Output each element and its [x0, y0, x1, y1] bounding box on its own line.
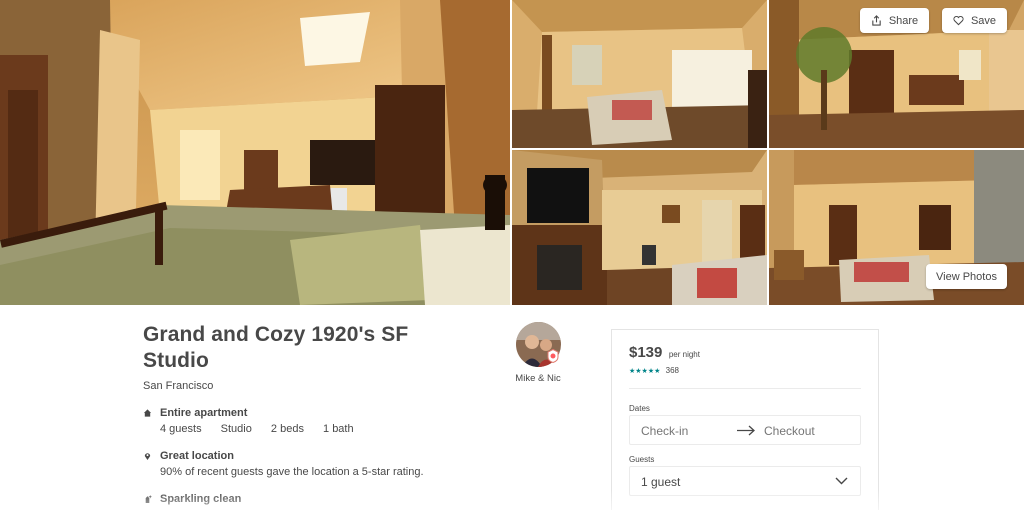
chevron-down-icon	[835, 477, 848, 485]
dates-picker: Check-in Checkout	[629, 415, 861, 445]
dates-label: Dates	[629, 404, 650, 413]
feature-title: Great location	[160, 450, 234, 462]
checkout-field[interactable]: Checkout	[764, 424, 815, 438]
nightly-price: $139	[629, 344, 663, 361]
listing-city: San Francisco	[143, 380, 214, 392]
per-night-label: per night	[668, 350, 700, 359]
home-icon	[143, 409, 152, 417]
share-icon	[872, 15, 881, 26]
feature-text: 90% of recent guests gave the location a…	[160, 466, 424, 478]
tv-fireplace-photo[interactable]	[512, 150, 767, 305]
guests-select[interactable]: 1 guest	[629, 466, 861, 496]
photo-gallery: Share Save View Photos	[0, 0, 1024, 305]
superhost-badge-icon	[547, 349, 559, 363]
guest-count: 4 guests	[160, 423, 202, 435]
checkin-field[interactable]: Check-in	[641, 424, 688, 438]
arrow-right-icon	[737, 425, 755, 436]
booking-card: $139 per night ★★★★★ 368 Dates Check-in …	[611, 329, 879, 510]
heart-icon	[953, 16, 964, 26]
share-button[interactable]: Share	[860, 8, 929, 33]
bath-count: 1 bath	[323, 423, 354, 435]
view-photos-button[interactable]: View Photos	[926, 264, 1007, 289]
divider	[629, 388, 861, 389]
price-row: $139 per night	[629, 344, 700, 362]
bed-count: 2 beds	[270, 423, 304, 435]
guests-label: Guests	[629, 455, 655, 464]
feature-title: Entire apartment	[160, 407, 248, 419]
share-label: Share	[888, 14, 919, 27]
host-profile[interactable]: Mike & Nic	[508, 322, 568, 384]
living-room-photo[interactable]	[512, 0, 767, 148]
sparkle-icon	[145, 494, 152, 504]
host-name: Mike & Nic	[515, 373, 561, 384]
location-pin-icon	[144, 453, 151, 461]
save-button[interactable]: Save	[942, 8, 1007, 33]
feature-title: Sparkling clean	[160, 493, 242, 505]
feature-specs: 4 guests Studio 2 beds 1 bath	[160, 423, 370, 435]
guests-value: 1 guest	[641, 475, 681, 489]
review-count: 368	[665, 366, 679, 375]
star-rating-icon: ★★★★★	[629, 368, 661, 375]
room-type: Studio	[220, 423, 252, 435]
rating-summary[interactable]: ★★★★★ 368	[629, 366, 679, 375]
listing-title: Grand and Cozy 1920's SF Studio	[143, 323, 409, 372]
main-photo[interactable]	[0, 0, 510, 305]
save-label: Save	[970, 14, 997, 27]
